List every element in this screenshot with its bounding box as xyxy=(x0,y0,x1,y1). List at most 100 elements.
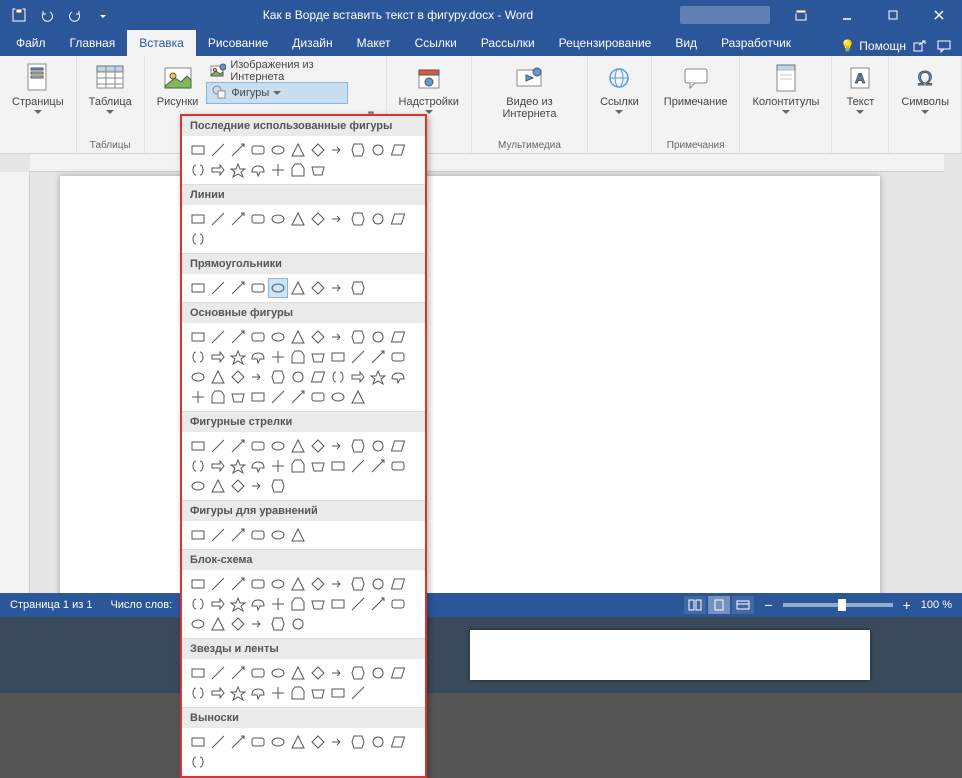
shape-item[interactable] xyxy=(188,732,208,752)
horizontal-ruler[interactable] xyxy=(30,154,944,172)
online-pictures-button[interactable]: Изображения из Интернета xyxy=(206,60,347,82)
shape-item[interactable] xyxy=(288,140,308,160)
shape-item[interactable] xyxy=(328,327,348,347)
tab-developer[interactable]: Разработчик xyxy=(709,30,803,56)
shape-item[interactable] xyxy=(268,525,288,545)
shape-item[interactable] xyxy=(268,456,288,476)
shape-item[interactable] xyxy=(288,278,308,298)
shape-item[interactable] xyxy=(308,732,328,752)
shape-item[interactable] xyxy=(188,476,208,496)
shape-item[interactable] xyxy=(388,436,408,456)
vertical-ruler[interactable] xyxy=(0,172,30,593)
shape-item[interactable] xyxy=(388,140,408,160)
qat-dropdown-icon[interactable] xyxy=(90,2,116,28)
shape-item[interactable] xyxy=(348,209,368,229)
shape-item[interactable] xyxy=(248,387,268,407)
read-mode-icon[interactable] xyxy=(684,596,706,614)
shape-item[interactable] xyxy=(288,683,308,703)
shape-item[interactable] xyxy=(288,387,308,407)
tab-mailings[interactable]: Рассылки xyxy=(469,30,547,56)
shape-item[interactable] xyxy=(228,456,248,476)
web-layout-icon[interactable] xyxy=(732,596,754,614)
shape-item[interactable] xyxy=(288,525,308,545)
user-account[interactable] xyxy=(680,6,770,24)
shape-item[interactable] xyxy=(348,574,368,594)
shape-item[interactable] xyxy=(208,278,228,298)
symbols-button[interactable]: Ω Символы xyxy=(895,60,955,116)
shape-item[interactable] xyxy=(188,574,208,594)
shape-item[interactable] xyxy=(268,367,288,387)
shape-item[interactable] xyxy=(248,456,268,476)
shape-item[interactable] xyxy=(188,436,208,456)
tell-me-label[interactable]: Помощн xyxy=(859,39,906,53)
shape-item[interactable] xyxy=(188,456,208,476)
tab-design[interactable]: Дизайн xyxy=(280,30,344,56)
shape-item[interactable] xyxy=(208,347,228,367)
shape-item[interactable] xyxy=(308,387,328,407)
shape-item[interactable] xyxy=(288,456,308,476)
shape-item[interactable] xyxy=(208,140,228,160)
shape-item[interactable] xyxy=(228,278,248,298)
shape-item[interactable] xyxy=(268,574,288,594)
shape-item[interactable] xyxy=(368,456,388,476)
save-icon[interactable] xyxy=(6,2,32,28)
shape-item[interactable] xyxy=(208,614,228,634)
shape-item[interactable] xyxy=(208,367,228,387)
shape-item[interactable] xyxy=(208,525,228,545)
shape-item[interactable] xyxy=(388,732,408,752)
print-layout-icon[interactable] xyxy=(708,596,730,614)
shape-item[interactable] xyxy=(288,160,308,180)
pictures-button[interactable]: Рисунки xyxy=(151,60,205,110)
text-button[interactable]: A Текст xyxy=(838,60,882,116)
shape-item[interactable] xyxy=(368,732,388,752)
shape-item[interactable] xyxy=(208,327,228,347)
shape-item[interactable] xyxy=(308,209,328,229)
shape-item[interactable] xyxy=(188,140,208,160)
shape-item[interactable] xyxy=(228,327,248,347)
shape-item[interactable] xyxy=(308,278,328,298)
shape-item[interactable] xyxy=(268,160,288,180)
shape-item[interactable] xyxy=(248,160,268,180)
undo-icon[interactable] xyxy=(34,2,60,28)
shape-item[interactable] xyxy=(208,387,228,407)
shape-item[interactable] xyxy=(268,140,288,160)
shape-item[interactable] xyxy=(308,436,328,456)
shape-item[interactable] xyxy=(288,732,308,752)
shape-item[interactable] xyxy=(228,367,248,387)
shape-item[interactable] xyxy=(228,574,248,594)
redo-icon[interactable] xyxy=(62,2,88,28)
shape-item[interactable] xyxy=(248,683,268,703)
shape-item[interactable] xyxy=(248,367,268,387)
shape-item[interactable] xyxy=(208,476,228,496)
shape-item[interactable] xyxy=(188,278,208,298)
shape-item[interactable] xyxy=(208,574,228,594)
shape-item[interactable] xyxy=(388,663,408,683)
shape-item[interactable] xyxy=(228,140,248,160)
ribbon-display-icon[interactable] xyxy=(778,0,824,30)
shape-item[interactable] xyxy=(328,387,348,407)
shape-item[interactable] xyxy=(368,663,388,683)
shape-item[interactable] xyxy=(348,683,368,703)
shape-item[interactable] xyxy=(228,594,248,614)
shape-item[interactable] xyxy=(308,456,328,476)
shape-item[interactable] xyxy=(248,140,268,160)
shape-item[interactable] xyxy=(328,278,348,298)
shape-item[interactable] xyxy=(188,387,208,407)
shape-item[interactable] xyxy=(208,160,228,180)
tell-me-icon[interactable]: 💡 xyxy=(840,39,855,53)
shape-item[interactable] xyxy=(208,436,228,456)
shape-item[interactable] xyxy=(208,683,228,703)
headerfooter-button[interactable]: Колонтитулы xyxy=(746,60,825,116)
page-indicator[interactable]: Страница 1 из 1 xyxy=(10,599,92,611)
shape-item[interactable] xyxy=(248,574,268,594)
shape-item[interactable] xyxy=(228,525,248,545)
shape-item[interactable] xyxy=(248,436,268,456)
shape-item[interactable] xyxy=(208,594,228,614)
tab-insert[interactable]: Вставка xyxy=(127,30,196,56)
zoom-slider[interactable] xyxy=(783,603,893,607)
shape-item[interactable] xyxy=(228,387,248,407)
shape-item[interactable] xyxy=(348,278,368,298)
shape-item[interactable] xyxy=(348,347,368,367)
shape-item[interactable] xyxy=(288,327,308,347)
comment-button[interactable]: Примечание xyxy=(658,60,734,110)
